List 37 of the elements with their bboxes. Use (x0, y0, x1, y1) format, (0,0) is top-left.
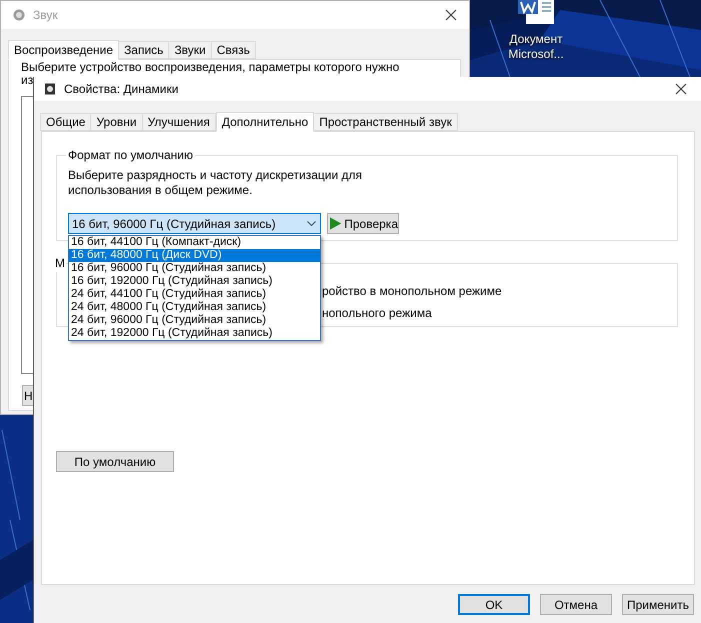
dialog-button[interactable]: Применить (622, 594, 694, 615)
document-icon[interactable] (518, 0, 554, 24)
dropdown-option[interactable]: 16 бит, 192000 Гц (Студийная запись) (69, 275, 320, 288)
tab[interactable]: Общие (40, 113, 92, 131)
dropdown-option[interactable]: 16 бит, 96000 Гц (Студийная запись) (69, 262, 320, 275)
option-text: ройство в монопольном режиме (322, 283, 503, 300)
speaker-icon (44, 83, 56, 95)
tab[interactable]: Дополнительно (216, 112, 314, 132)
tab[interactable]: Пространственный звук (313, 113, 458, 131)
chevron-down-icon (307, 221, 316, 226)
close-icon[interactable] (675, 83, 687, 95)
window-title: Звук (33, 7, 58, 24)
tab[interactable]: Связь (210, 41, 256, 59)
dialog-button[interactable]: Отмена (540, 594, 612, 615)
tab[interactable]: Запись (118, 41, 170, 59)
speaker-icon (13, 9, 25, 21)
test-button[interactable]: Проверка (327, 213, 399, 234)
dropdown-option[interactable]: 24 бит, 48000 Гц (Студийная запись) (69, 301, 320, 314)
desktop-icon-label[interactable]: Документ Microsof... (508, 32, 564, 62)
option-text: нопольного режима (322, 305, 433, 322)
format-description: Выберите разрядность и частоту дискретизации для использования в общем режиме. (68, 168, 364, 198)
play-icon (330, 217, 342, 230)
dropdown-option[interactable]: 24 бит, 96000 Гц (Студийная запись) (69, 314, 320, 327)
tab[interactable]: Уровни (90, 113, 143, 131)
dropdown-option[interactable]: 24 бит, 192000 Гц (Студийная запись) (69, 327, 320, 340)
dropdown-option[interactable]: 24 бит, 44100 Гц (Студийная запись) (69, 288, 320, 301)
dialog-button[interactable]: OK (458, 594, 530, 615)
tab[interactable]: Звуки (168, 41, 212, 59)
tab[interactable]: Воспроизведение (8, 40, 120, 60)
restore-defaults-button[interactable]: По умолчанию (56, 451, 174, 472)
tab[interactable]: Улучшения (142, 113, 216, 131)
group-title: М (54, 255, 66, 272)
dropdown-option[interactable]: 16 бит, 48000 Гц (Диск DVD) (69, 249, 320, 262)
group-title: Формат по умолчанию (67, 147, 194, 164)
close-icon[interactable] (445, 9, 457, 21)
dropdown-option[interactable]: 16 бит, 44100 Гц (Компакт-диск) (69, 236, 320, 249)
format-combo[interactable]: 16 бит, 96000 Гц (Студийная запись) (68, 213, 321, 234)
